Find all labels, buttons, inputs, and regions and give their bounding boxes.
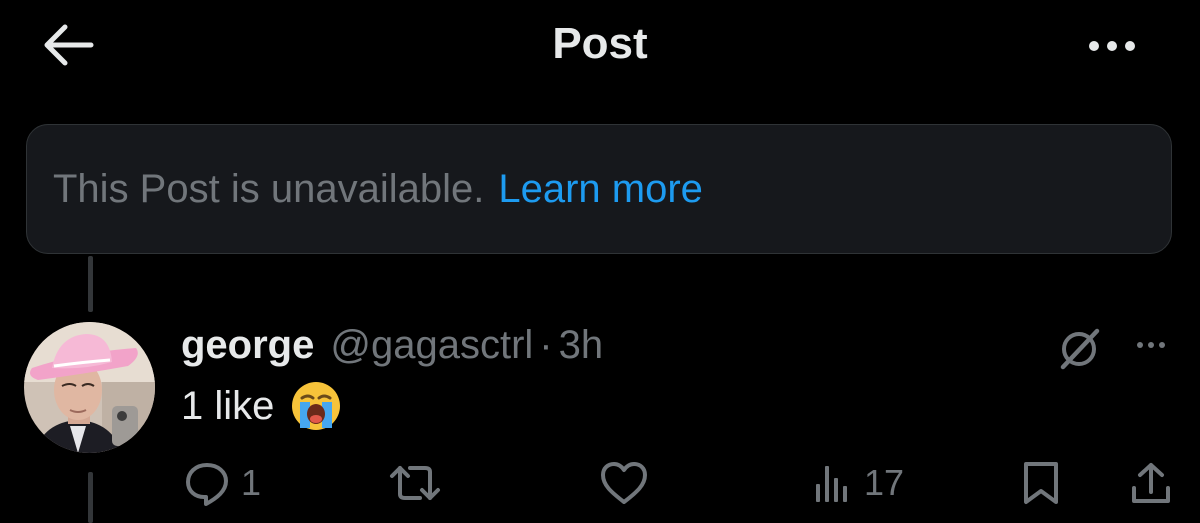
comment-icon: [186, 463, 228, 506]
reply-header: george @gagasctrl · 3h: [181, 318, 603, 372]
reply-more-button[interactable]: [1128, 330, 1174, 360]
separator: ·: [539, 323, 553, 367]
share-button[interactable]: [1128, 455, 1174, 511]
user-handle[interactable]: @gagasctrl: [330, 318, 533, 372]
grok-button[interactable]: [1052, 322, 1106, 376]
reply-action-button[interactable]: 1: [183, 455, 261, 511]
more-horizontal-icon: [1137, 342, 1143, 348]
views-count: 17: [864, 462, 905, 503]
thread-line-bottom: [88, 472, 93, 523]
avatar[interactable]: [24, 322, 155, 453]
loudly-crying-face-icon: [290, 380, 342, 432]
share-icon: [1132, 463, 1170, 503]
reply-text: 1 like: [181, 378, 342, 434]
unavailable-post-card: This Post is unavailable. Learn more: [26, 124, 1172, 254]
repost-button[interactable]: [388, 455, 442, 511]
grok-icon: [1060, 328, 1100, 370]
views-chart-icon: [816, 466, 847, 502]
bookmark-button[interactable]: [1020, 455, 1062, 511]
heart-icon: [601, 462, 647, 504]
reply-text-content: 1 like: [181, 383, 275, 428]
repost-icon: [390, 466, 440, 500]
reply-count: 1: [241, 462, 262, 503]
page-title: Post: [552, 19, 648, 68]
unavailable-message: This Post is unavailable.: [53, 166, 485, 211]
more-options-button[interactable]: [1080, 26, 1144, 66]
avatar-image: [24, 322, 155, 453]
thread-line-top: [88, 256, 93, 312]
timestamp[interactable]: 3h: [559, 318, 604, 372]
like-button[interactable]: [599, 455, 649, 511]
learn-more-link[interactable]: Learn more: [498, 167, 703, 212]
views-button[interactable]: 17: [812, 455, 904, 511]
bookmark-icon: [1024, 462, 1058, 504]
more-horizontal-icon: [1089, 41, 1099, 51]
display-name[interactable]: george: [181, 318, 314, 372]
